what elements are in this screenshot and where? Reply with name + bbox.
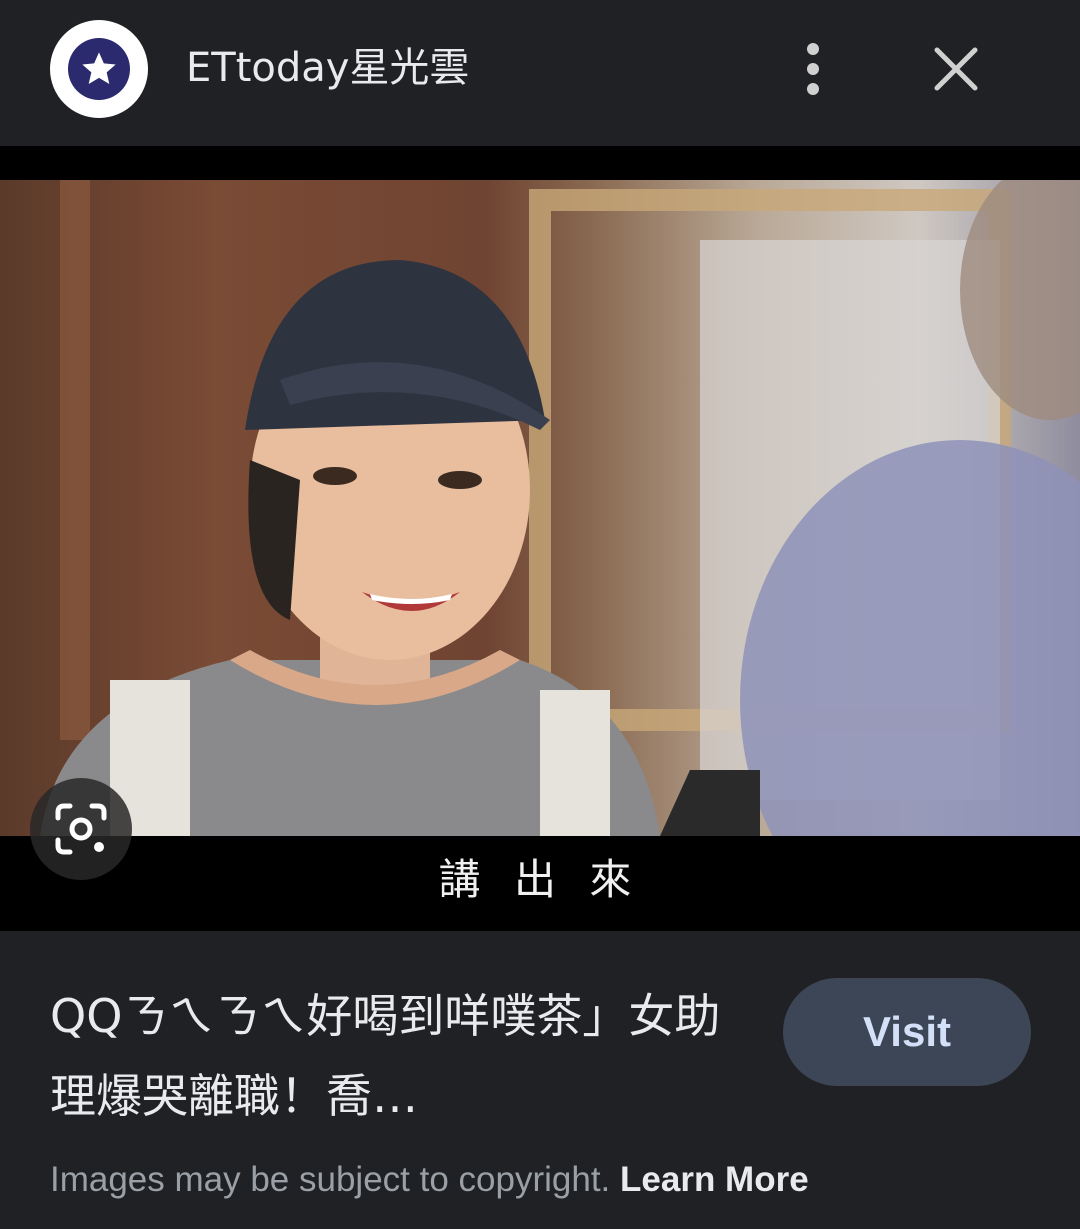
close-icon bbox=[934, 47, 978, 91]
video-subtitle: 講 出 來 bbox=[438, 855, 642, 904]
star-icon bbox=[68, 38, 130, 100]
result-image[interactable]: 講 出 來 bbox=[0, 146, 1080, 931]
more-options-button[interactable] bbox=[788, 36, 838, 102]
more-vert-icon bbox=[807, 43, 819, 95]
learn-more-link[interactable]: Learn More bbox=[620, 1160, 809, 1199]
visit-button[interactable]: Visit bbox=[783, 978, 1031, 1086]
lens-search-icon bbox=[55, 803, 107, 855]
photo-illustration bbox=[40, 180, 1080, 836]
video-still bbox=[0, 180, 1080, 836]
copyright-text: Images may be subject to copyright. bbox=[50, 1160, 611, 1199]
close-button[interactable] bbox=[925, 38, 987, 100]
site-name[interactable]: ETtoday星光雲 bbox=[186, 40, 469, 96]
site-logo[interactable] bbox=[50, 20, 148, 118]
header-bar: ETtoday星光雲 bbox=[0, 0, 1080, 146]
lens-search-button[interactable] bbox=[30, 778, 132, 880]
result-title[interactable]: QQㄋㄟㄋㄟ好喝到咩噗茶」女助理爆哭離職！喬… bbox=[50, 976, 750, 1136]
copyright-notice: Images may be subject to copyright. Lear… bbox=[50, 1160, 809, 1200]
